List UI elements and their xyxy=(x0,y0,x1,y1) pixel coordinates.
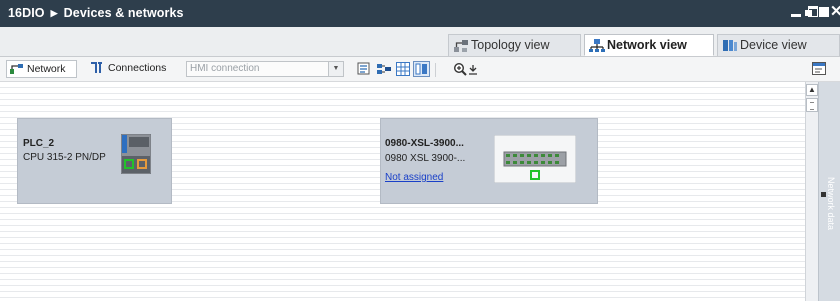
connection-type-value: HMI connection xyxy=(190,63,260,74)
device-type: 0980 XSL 3900-... xyxy=(385,153,466,164)
vertical-scrollbar[interactable]: ▲ xyxy=(805,82,819,301)
device-io-module[interactable]: 0980-XSL-3900... 0980 XSL 3900-... Not a… xyxy=(380,118,598,204)
chevron-down-icon[interactable]: ▼ xyxy=(328,62,343,76)
show-address-icon[interactable] xyxy=(357,62,371,76)
restore-icon[interactable] xyxy=(805,5,818,19)
not-assigned-link[interactable]: Not assigned xyxy=(385,172,443,183)
network-mode-label: Network xyxy=(27,63,66,75)
breadcrumb-arrow-icon: ▶ xyxy=(50,8,58,18)
tab-topology-view[interactable]: Topology view xyxy=(448,34,581,56)
network-data-panel[interactable]: Network data xyxy=(818,82,840,301)
network-toolbar: Network Connections HMI connection ▼ xyxy=(0,57,840,82)
tab-network-view[interactable]: Network view xyxy=(584,34,714,56)
network-data-tab[interactable]: Network data xyxy=(824,177,838,297)
minimize-icon[interactable] xyxy=(790,5,802,19)
network-overview-icon[interactable] xyxy=(377,62,391,76)
grid-icon[interactable] xyxy=(396,62,410,76)
tab-label: Device view xyxy=(740,38,807,52)
panel-layout-icon[interactable] xyxy=(812,62,826,76)
connection-type-select[interactable]: HMI connection ▼ xyxy=(186,61,344,77)
device-plc[interactable]: PLC_2 CPU 315-2 PN/DP xyxy=(17,118,172,204)
project-name: 16DIO xyxy=(8,6,45,20)
view-tab-bar: Topology view Network view Device view xyxy=(0,27,840,57)
connections-icon xyxy=(91,62,102,73)
topology-icon xyxy=(454,40,468,52)
device-type: CPU 315-2 PN/DP xyxy=(23,152,106,163)
section-name: Devices & networks xyxy=(63,6,184,20)
device-icon xyxy=(723,40,737,51)
device-name: 0980-XSL-3900... xyxy=(385,138,464,149)
device-name: PLC_2 xyxy=(23,138,55,149)
tab-label: Topology view xyxy=(471,38,550,52)
io-module-icon xyxy=(494,135,576,183)
breadcrumb: 16DIO ▶ Devices & networks xyxy=(8,6,184,20)
zoom-dropdown-icon[interactable] xyxy=(468,62,478,76)
tab-device-view[interactable]: Device view xyxy=(717,34,840,56)
zoom-icon[interactable] xyxy=(453,62,467,76)
close-icon[interactable]: ✕ xyxy=(830,4,840,19)
connections-mode-button[interactable]: Connections xyxy=(86,60,178,78)
network-icon xyxy=(589,39,605,52)
scroll-thumb[interactable] xyxy=(806,98,818,112)
plc-module-icon xyxy=(121,134,151,174)
table-toggle-icon[interactable] xyxy=(413,61,430,77)
network-canvas[interactable]: PLC_2 CPU 315-2 PN/DP 0980-XSL-3900... 0… xyxy=(0,82,805,301)
toolbar-separator xyxy=(435,63,436,77)
connections-mode-label: Connections xyxy=(108,62,167,74)
tab-label: Network view xyxy=(607,38,687,52)
scroll-up-icon[interactable]: ▲ xyxy=(806,84,818,96)
title-bar: 16DIO ▶ Devices & networks ✕ xyxy=(0,0,840,27)
network-mode-button[interactable]: Network xyxy=(6,60,77,78)
network-mode-icon xyxy=(10,64,23,74)
network-data-label: Network data xyxy=(826,177,836,231)
